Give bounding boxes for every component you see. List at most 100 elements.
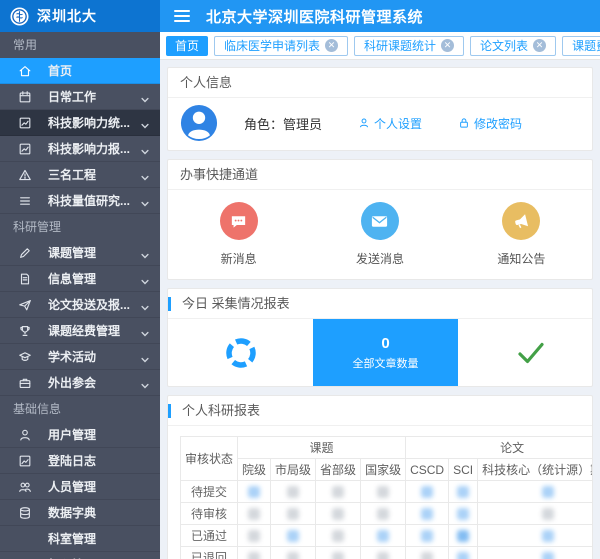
sidebar-item-科室管理[interactable]: 科室管理	[0, 526, 160, 552]
redacted-cell-value[interactable]	[271, 503, 316, 525]
role-text: 角色：管理员	[244, 114, 322, 133]
redacted-cell-value[interactable]	[361, 547, 406, 559]
tab-临床医学申请列表[interactable]: 临床医学申请列表✕	[214, 36, 348, 56]
sidebar-section-header: 科研管理	[0, 214, 160, 240]
redacted-cell-value[interactable]	[449, 547, 478, 559]
chevron-down-icon	[140, 144, 150, 154]
today-report-card: 今日 采集情况报表 0全部文章数量	[167, 288, 593, 387]
tab-close-icon[interactable]: ✕	[533, 39, 546, 52]
change-password-link[interactable]: 修改密码	[458, 115, 522, 132]
redacted-cell-value[interactable]	[238, 503, 271, 525]
redacted-cell-value[interactable]	[316, 503, 361, 525]
quick-channels-body: 新消息发送消息通知公告	[168, 190, 592, 279]
sidebar-item-label: 信息管理	[48, 270, 140, 287]
tab-课题费用报表[interactable]: 课题费用报表✕	[562, 36, 600, 56]
sidebar-item-label: 科技影响力统...	[48, 114, 140, 131]
redacted-blob	[421, 486, 433, 498]
briefcase-icon	[18, 375, 33, 390]
redacted-cell-value[interactable]	[238, 481, 271, 503]
sidebar-item-用户管理[interactable]: 用户管理	[0, 422, 160, 448]
open-tabs-bar: 首页临床医学申请列表✕科研课题统计✕论文列表✕课题费用报表✕用户列表✕	[160, 32, 600, 60]
redacted-cell-value[interactable]	[406, 481, 449, 503]
role-value: 管理员	[283, 117, 322, 132]
redacted-cell-value[interactable]	[406, 503, 449, 525]
tab-首页[interactable]: 首页	[166, 36, 208, 56]
sidebar-section-header: 基础信息	[0, 396, 160, 422]
stat-box-check[interactable]	[458, 319, 592, 386]
redacted-cell-value[interactable]	[271, 547, 316, 559]
sidebar-item-人员管理[interactable]: 人员管理	[0, 474, 160, 500]
content-scroll-area[interactable]: 个人信息 角色：管理员 个人设置	[160, 60, 600, 559]
col-header-review-status: 审核状态	[181, 437, 238, 481]
redacted-cell-value[interactable]	[316, 525, 361, 547]
col-header-CSCD: CSCD	[406, 459, 449, 481]
redacted-cell-value[interactable]	[271, 481, 316, 503]
tab-科研课题统计[interactable]: 科研课题统计✕	[354, 36, 464, 56]
sidebar-item-课题管理[interactable]: 课题管理	[0, 240, 160, 266]
lock-icon	[458, 117, 470, 129]
redacted-cell-value[interactable]	[361, 503, 406, 525]
redacted-blob	[287, 486, 299, 498]
sidebar-item-日常工作[interactable]: 日常工作	[0, 84, 160, 110]
redacted-cell-value[interactable]	[361, 481, 406, 503]
redacted-cell-value[interactable]	[316, 481, 361, 503]
tab-论文列表[interactable]: 论文列表✕	[470, 36, 556, 56]
sidebar-item-登陆日志[interactable]: 登陆日志	[0, 448, 160, 474]
research-report-title: 个人科研报表	[168, 396, 592, 426]
redacted-blob	[542, 530, 554, 542]
sidebar-item-信息管理[interactable]: 信息管理	[0, 266, 160, 292]
sidebar-item-课题经费管理[interactable]: 课题经费管理	[0, 318, 160, 344]
menu-toggle-icon[interactable]	[174, 10, 190, 22]
research-table-wrap: 审核状态课题论文院级市局级省部级国家级CSCDSCI科技核心（统计源）期刊待提交…	[168, 426, 592, 559]
redacted-cell-value[interactable]	[406, 547, 449, 559]
redacted-blob	[542, 508, 554, 520]
sidebar-item-权限管理[interactable]: 权限管理	[0, 552, 160, 559]
sidebar-item-数据字典[interactable]: 数据字典	[0, 500, 160, 526]
sidebar-nav: 常用首页日常工作科技影响力统...科技影响力报...三名工程科技量值研究...科…	[0, 32, 160, 559]
sidebar-item-论文投送及报[interactable]: 论文投送及报...	[0, 292, 160, 318]
grad-icon	[18, 349, 33, 364]
sidebar-item-首页[interactable]: 首页	[0, 58, 160, 84]
redacted-cell-value[interactable]	[478, 481, 592, 503]
top-header: 深圳北大 北京大学深圳医院科研管理系统	[0, 0, 600, 32]
sidebar-item-科技影响力报[interactable]: 科技影响力报...	[0, 136, 160, 162]
tab-close-icon[interactable]: ✕	[325, 39, 338, 52]
redacted-cell-value[interactable]	[238, 547, 271, 559]
redacted-cell-value[interactable]	[449, 503, 478, 525]
tab-close-icon[interactable]: ✕	[441, 39, 454, 52]
redacted-blob	[377, 530, 389, 542]
redacted-cell-value[interactable]	[478, 525, 592, 547]
redacted-cell-value[interactable]	[271, 525, 316, 547]
quick-channel-新消息[interactable]: 新消息	[168, 202, 309, 267]
sidebar-item-label: 课题经费管理	[48, 322, 140, 339]
redacted-blob	[457, 530, 469, 542]
redacted-cell-value[interactable]	[449, 525, 478, 547]
sidebar-item-学术活动[interactable]: 学术活动	[0, 344, 160, 370]
redacted-cell-value[interactable]	[478, 547, 592, 559]
stat-box-loading[interactable]	[168, 319, 313, 386]
quick-channels-card: 办事快捷通道 新消息发送消息通知公告	[167, 159, 593, 280]
sidebar-item-label: 用户管理	[48, 426, 150, 443]
quick-channel-通知公告[interactable]: 通知公告	[451, 202, 592, 267]
app-title: 北京大学深圳医院科研管理系统	[206, 6, 423, 27]
quick-channels-title: 办事快捷通道	[168, 160, 592, 190]
sidebar-item-科技量值研究[interactable]: 科技量值研究...	[0, 188, 160, 214]
redacted-cell-value[interactable]	[449, 481, 478, 503]
quick-channel-发送消息[interactable]: 发送消息	[309, 202, 450, 267]
redacted-cell-value[interactable]	[238, 525, 271, 547]
avatar[interactable]	[180, 104, 218, 142]
main-content: 首页临床医学申请列表✕科研课题统计✕论文列表✕课题费用报表✕用户列表✕ 个人信息…	[160, 32, 600, 559]
brand-logo-area[interactable]: 深圳北大	[0, 0, 160, 32]
redacted-cell-value[interactable]	[406, 525, 449, 547]
redacted-cell-value[interactable]	[478, 503, 592, 525]
research-report-card: 个人科研报表 审核状态课题论文院级市局级省部级国家级CSCDSCI科技核心（统计…	[167, 395, 593, 559]
redacted-cell-value[interactable]	[316, 547, 361, 559]
sidebar-item-三名工程[interactable]: 三名工程	[0, 162, 160, 188]
personal-settings-link[interactable]: 个人设置	[358, 115, 422, 132]
stat-box-article-count[interactable]: 0全部文章数量	[313, 319, 458, 386]
sidebar-item-科技影响力统[interactable]: 科技影响力统...	[0, 110, 160, 136]
redacted-cell-value[interactable]	[361, 525, 406, 547]
redacted-blob	[457, 486, 469, 498]
redacted-blob	[542, 552, 554, 559]
sidebar-item-外出参会[interactable]: 外出参会	[0, 370, 160, 396]
